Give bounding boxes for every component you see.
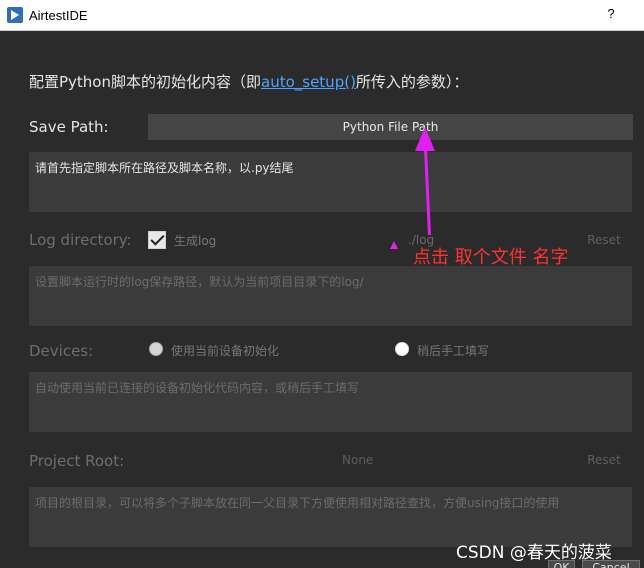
fill-later-radio[interactable] [395, 342, 409, 356]
project-root-value[interactable]: None [342, 453, 373, 467]
auto-setup-link[interactable]: auto_setup() [261, 73, 356, 91]
ok-button[interactable]: OK [548, 560, 575, 568]
airtest-logo-icon [7, 7, 23, 23]
log-directory-description: 设置脚本运行时的log保存路径，默认为当前项目目录下的log/ [29, 266, 632, 326]
project-root-label: Project Root: [29, 452, 125, 470]
intro-suffix: 所传入的参数）： [355, 73, 469, 91]
intro-text: 配置Python脚本的初始化内容（即auto_setup()所传入的参数）： [29, 71, 468, 92]
arrow-shaft [424, 149, 431, 235]
log-directory-reset-button[interactable]: Reset [576, 227, 632, 253]
arrow-tail-marker [390, 241, 398, 249]
window-title: AirtestIDE [29, 8, 88, 23]
save-path-description: 请首先指定脚本所在路径及脚本名称，以.py结尾 [29, 152, 632, 212]
devices-description: 自动使用当前已连接的设备初始化代码内容，或稍后手工填写 [29, 372, 632, 432]
annotation-text: 点击 取个文件 名字 [413, 247, 569, 268]
arrow-head [415, 127, 435, 151]
generate-log-label: 生成log [174, 234, 217, 248]
help-button[interactable]: ? [604, 6, 618, 24]
save-path-label: Save Path: [29, 118, 109, 136]
title-bar: AirtestIDE ? [0, 0, 644, 31]
annotation-arrow [390, 127, 435, 249]
devices-label: Devices: [29, 342, 94, 360]
fill-later-label: 稍后手工填写 [417, 344, 490, 358]
intro-prefix: 配置Python脚本的初始化内容（即 [29, 73, 261, 91]
use-current-device-label: 使用当前设备初始化 [171, 344, 280, 358]
generate-log-checkbox[interactable] [148, 231, 166, 249]
project-root-reset-button[interactable]: Reset [576, 447, 632, 473]
use-current-device-radio[interactable] [149, 342, 163, 356]
cancel-button[interactable]: Cancel [582, 560, 640, 568]
log-directory-label: Log directory: [29, 231, 132, 249]
